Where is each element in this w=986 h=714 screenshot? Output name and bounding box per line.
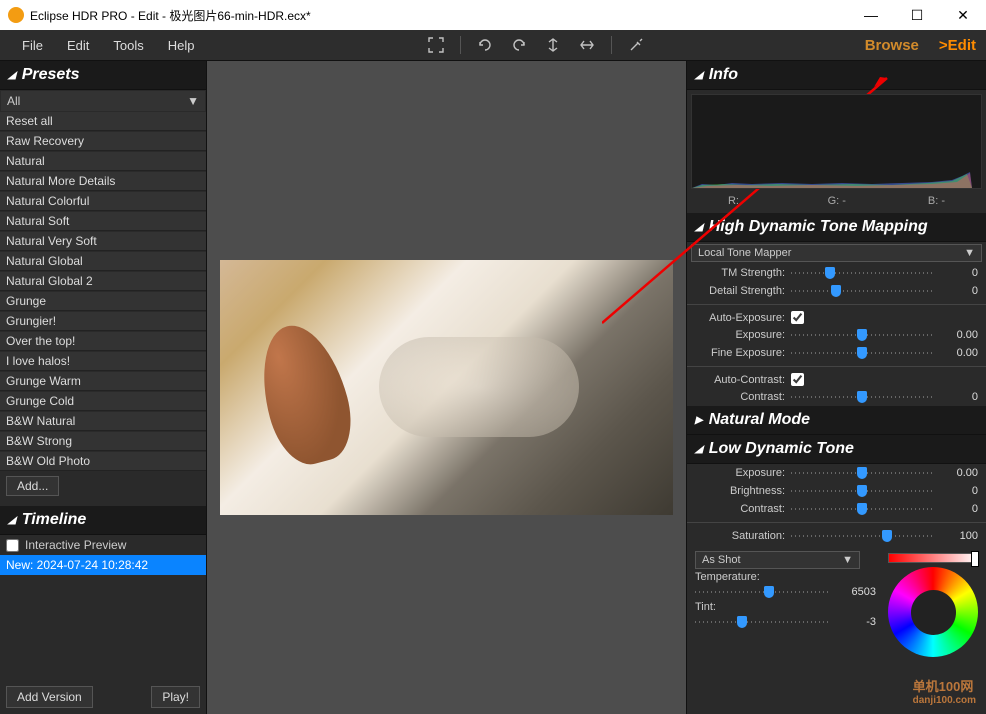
- rotate-right-icon[interactable]: [509, 35, 529, 55]
- chevron-down-icon: ▼: [964, 247, 975, 259]
- preset-item[interactable]: Natural Very Soft: [0, 232, 206, 251]
- watermark: 单机100网 danji100.com: [913, 676, 976, 706]
- mode-edit[interactable]: >Edit: [939, 37, 976, 54]
- temperature-slider[interactable]: [695, 585, 830, 599]
- hdtm-contrast-slider[interactable]: [791, 390, 932, 404]
- fine-exposure-slider[interactable]: [791, 346, 932, 360]
- menubar: File Edit Tools Help Browse >Edit: [0, 30, 986, 61]
- auto-exposure-checkbox[interactable]: [791, 311, 804, 324]
- minimize-button[interactable]: —: [848, 0, 894, 30]
- preset-item[interactable]: Natural: [0, 152, 206, 171]
- histogram: [691, 94, 982, 189]
- preset-item[interactable]: Reset all: [0, 112, 206, 131]
- add-preset-button[interactable]: Add...: [6, 476, 59, 496]
- natural-panel-header[interactable]: ▶Natural Mode: [687, 406, 986, 435]
- interactive-preview-toggle[interactable]: Interactive Preview: [0, 535, 206, 555]
- maximize-button[interactable]: ☐: [894, 0, 940, 30]
- tonemapper-mode-dropdown[interactable]: Local Tone Mapper▼: [691, 244, 982, 262]
- preset-item[interactable]: Natural Global 2: [0, 272, 206, 291]
- hdtm-panel-header[interactable]: ◢High Dynamic Tone Mapping: [687, 213, 986, 242]
- color-wheel[interactable]: [888, 567, 978, 657]
- expand-icon: ▶: [695, 415, 703, 426]
- readout-r: R: -: [728, 195, 746, 207]
- presets-panel-header[interactable]: ◢Presets: [0, 61, 206, 90]
- menu-help[interactable]: Help: [156, 34, 207, 57]
- preset-item[interactable]: Raw Recovery: [0, 132, 206, 151]
- ldt-contrast-slider[interactable]: [791, 502, 932, 516]
- preview-image: [220, 260, 673, 515]
- preset-item[interactable]: Grunge Warm: [0, 372, 206, 391]
- flip-horizontal-icon[interactable]: [577, 35, 597, 55]
- rgb-readout: R: - G: - B: -: [687, 193, 986, 213]
- add-version-button[interactable]: Add Version: [6, 686, 93, 708]
- canvas-area[interactable]: [207, 61, 686, 714]
- rotate-left-icon[interactable]: [475, 35, 495, 55]
- mode-browse[interactable]: Browse: [865, 37, 919, 54]
- eyedropper-icon[interactable]: [626, 35, 646, 55]
- preview-checkbox[interactable]: [6, 539, 19, 552]
- collapse-icon: ◢: [695, 444, 703, 455]
- preset-item[interactable]: Natural Global: [0, 252, 206, 271]
- collapse-icon: ◢: [8, 515, 16, 526]
- collapse-icon: ◢: [8, 70, 16, 81]
- temperature-label: Temperature:: [691, 571, 880, 583]
- ldt-panel-header[interactable]: ◢Low Dynamic Tone: [687, 435, 986, 464]
- app-icon: [8, 7, 24, 23]
- timeline-panel-header[interactable]: ◢Timeline: [0, 506, 206, 535]
- window-titlebar: Eclipse HDR PRO - Edit - 极光图片66-min-HDR.…: [0, 0, 986, 30]
- readout-b: B: -: [928, 195, 945, 207]
- chevron-down-icon: ▼: [842, 554, 853, 566]
- preset-item[interactable]: Grunge: [0, 292, 206, 311]
- color-slider[interactable]: [888, 553, 978, 563]
- ldt-exposure-slider[interactable]: [791, 466, 932, 480]
- menu-file[interactable]: File: [10, 34, 55, 57]
- close-button[interactable]: ✕: [940, 0, 986, 30]
- preset-item[interactable]: Grungier!: [0, 312, 206, 331]
- tint-label: Tint:: [691, 601, 880, 613]
- play-button[interactable]: Play!: [151, 686, 200, 708]
- flip-vertical-icon[interactable]: [543, 35, 563, 55]
- preset-item[interactable]: Grunge Cold: [0, 392, 206, 411]
- preset-item[interactable]: B&W Old Photo: [0, 452, 206, 471]
- preset-item[interactable]: Natural Colorful: [0, 192, 206, 211]
- preset-item[interactable]: B&W Natural: [0, 412, 206, 431]
- auto-contrast-checkbox[interactable]: [791, 373, 804, 386]
- collapse-icon: ◢: [695, 70, 703, 81]
- collapse-icon: ◢: [695, 222, 703, 233]
- white-balance-dropdown[interactable]: As Shot▼: [695, 551, 860, 569]
- exposure-slider[interactable]: [791, 328, 932, 342]
- preset-item[interactable]: Natural Soft: [0, 212, 206, 231]
- timeline-entry[interactable]: New: 2024-07-24 10:28:42: [0, 555, 206, 575]
- menu-edit[interactable]: Edit: [55, 34, 101, 57]
- preset-item[interactable]: I love halos!: [0, 352, 206, 371]
- tint-slider[interactable]: [695, 615, 830, 629]
- preset-item[interactable]: B&W Strong: [0, 432, 206, 451]
- preset-filter-dropdown[interactable]: All▼: [1, 91, 205, 111]
- brightness-slider[interactable]: [791, 484, 932, 498]
- preset-item[interactable]: Over the top!: [0, 332, 206, 351]
- saturation-slider[interactable]: [791, 529, 932, 543]
- window-title: Eclipse HDR PRO - Edit - 极光图片66-min-HDR.…: [30, 7, 848, 24]
- tm-strength-slider[interactable]: [791, 266, 932, 280]
- readout-g: G: -: [828, 195, 846, 207]
- preset-item[interactable]: Natural More Details: [0, 172, 206, 191]
- menu-tools[interactable]: Tools: [101, 34, 155, 57]
- detail-strength-slider[interactable]: [791, 284, 932, 298]
- fit-screen-icon[interactable]: [426, 35, 446, 55]
- info-panel-header[interactable]: ◢Info: [687, 61, 986, 90]
- chevron-down-icon: ▼: [187, 94, 199, 108]
